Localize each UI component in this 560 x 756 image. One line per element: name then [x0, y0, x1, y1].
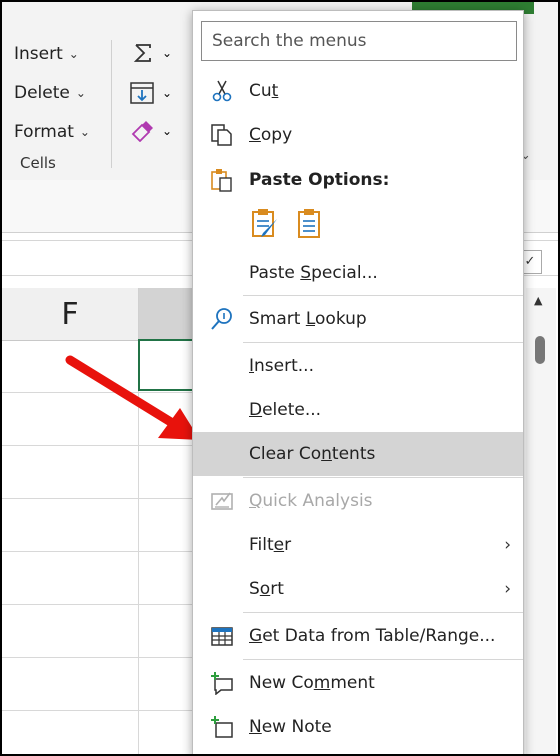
menu-item-paste-special-label: Paste Special... — [249, 263, 378, 283]
column-header-f[interactable]: F — [2, 288, 139, 341]
menu-item-sort-label: Sort — [249, 579, 284, 599]
column-header-g[interactable] — [139, 288, 200, 341]
clear-button[interactable]: ⌄ — [130, 120, 172, 142]
menu-item-new-comment-label: New Comment — [249, 673, 375, 693]
table-icon — [209, 623, 235, 649]
menu-divider — [243, 659, 523, 660]
menu-divider — [243, 342, 523, 343]
scroll-up-arrow-icon[interactable]: ▲ — [534, 294, 542, 307]
menu-item-quick-analysis: Quick Analysis — [193, 479, 523, 523]
menu-divider — [243, 477, 523, 478]
menu-item-filter[interactable]: Filter › — [193, 523, 523, 567]
menu-item-copy[interactable]: Copy — [193, 113, 523, 157]
row-gridline — [2, 710, 202, 711]
menu-item-cut[interactable]: Cut — [193, 69, 523, 113]
quick-analysis-icon — [209, 488, 235, 514]
menu-item-clear-contents[interactable]: Clear Contents — [193, 432, 523, 476]
submenu-arrow-icon: › — [504, 535, 511, 555]
menu-item-filter-label: Filter — [249, 535, 292, 555]
chevron-down-icon: ⌄ — [162, 86, 173, 100]
delete-cells-label: Delete — [14, 83, 70, 103]
format-cells-label: Format — [14, 122, 74, 142]
menu-item-paste-options-header: Paste Options: — [193, 158, 523, 202]
menu-item-delete[interactable]: Delete... — [193, 388, 523, 432]
cells-group-label: Cells — [20, 154, 56, 172]
menu-item-new-note[interactable]: New Note — [193, 705, 523, 749]
menu-item-sort[interactable]: Sort › — [193, 567, 523, 611]
eraser-icon — [131, 121, 153, 142]
menu-item-quick-analysis-label: Quick Analysis — [249, 491, 373, 511]
context-menu: Cut Copy Paste Options: Paste Special... — [192, 10, 524, 754]
menu-item-new-comment[interactable]: New Comment — [193, 661, 523, 705]
insert-cells-button[interactable]: Insert ⌄ — [14, 44, 79, 64]
menu-item-insert[interactable]: Insert... — [193, 344, 523, 388]
menu-divider — [243, 295, 523, 296]
menu-item-get-data[interactable]: Get Data from Table/Range... — [193, 614, 523, 658]
menu-item-copy-label: Copy — [249, 125, 293, 145]
chevron-down-icon: ⌄ — [162, 124, 173, 138]
fill-down-icon — [130, 82, 154, 104]
chevron-down-icon: ⌄ — [75, 86, 86, 100]
menu-item-delete-label: Delete... — [249, 400, 322, 420]
chevron-down-icon: ⌄ — [79, 125, 90, 139]
submenu-arrow-icon: › — [504, 579, 511, 599]
menu-item-new-note-label: New Note — [249, 717, 332, 737]
autosum-button[interactable]: ⌄ — [132, 42, 172, 64]
delete-cells-button[interactable]: Delete ⌄ — [14, 83, 86, 103]
row-gridline — [2, 604, 202, 605]
menu-item-cut-label: Cut — [249, 81, 279, 101]
fill-button[interactable]: ⌄ — [130, 82, 172, 104]
column-f-label: F — [61, 296, 79, 332]
menu-item-get-data-label: Get Data from Table/Range... — [249, 626, 496, 646]
paste-formatting-icon[interactable] — [249, 207, 283, 241]
sigma-icon — [133, 44, 151, 62]
red-arrow-icon — [65, 355, 200, 440]
search-menus-input[interactable] — [201, 21, 517, 61]
menu-item-smart-lookup-label: Smart Lookup — [249, 309, 367, 329]
format-cells-button[interactable]: Format ⌄ — [14, 122, 90, 142]
paste-icon — [209, 167, 235, 193]
copy-icon — [209, 122, 235, 148]
app-window: Insert ⌄ Delete ⌄ Format ⌄ Cells ⌄ ⌄ ⌄ ⌄… — [0, 0, 560, 756]
smart-lookup-icon — [209, 306, 235, 332]
new-note-icon — [209, 714, 235, 740]
chevron-down-icon: ⌄ — [68, 47, 79, 61]
menu-item-paste-special[interactable]: Paste Special... — [193, 251, 523, 295]
insert-cells-label: Insert — [14, 44, 63, 64]
group-separator — [111, 40, 112, 168]
paste-options-label: Paste Options: — [249, 170, 390, 190]
paste-values-icon[interactable] — [293, 207, 327, 241]
new-comment-icon — [209, 670, 235, 696]
row-gridline — [2, 551, 202, 552]
menu-item-smart-lookup[interactable]: Smart Lookup — [193, 297, 523, 341]
menu-divider — [243, 612, 523, 613]
row-gridline — [2, 498, 202, 499]
scissors-icon — [209, 78, 235, 104]
menu-item-clear-contents-label: Clear Contents — [249, 444, 376, 464]
scroll-thumb[interactable] — [535, 336, 545, 364]
row-gridline — [2, 657, 202, 658]
menu-item-insert-label: Insert... — [249, 356, 314, 376]
chevron-down-icon: ⌄ — [162, 46, 173, 60]
